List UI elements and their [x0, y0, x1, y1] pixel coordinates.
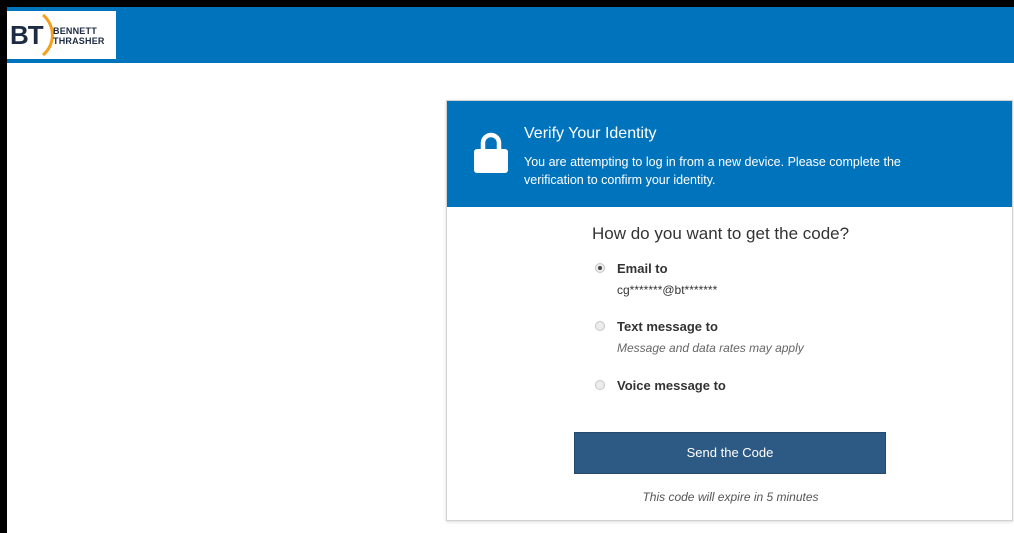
text-message-radio[interactable]	[595, 321, 605, 331]
verify-description: You are attempting to log in from a new …	[524, 155, 901, 187]
email-option-label: Email to	[617, 261, 668, 276]
company-logo[interactable]: BT BENNETT THRASHER	[7, 11, 116, 59]
logo-name-line2: THRASHER	[53, 36, 105, 46]
expiry-note: This code will expire in 5 minutes	[642, 490, 819, 504]
voice-message-option-label: Voice message to	[617, 378, 726, 393]
text-message-option-label: Text message to	[617, 319, 718, 334]
logo-name-line1: BENNETT	[53, 26, 97, 36]
top-navigation-bar	[7, 7, 1014, 63]
verify-header: Verify Your Identity You are attempting …	[447, 101, 1012, 207]
window-left-border	[0, 0, 7, 533]
email-radio[interactable]	[595, 263, 605, 273]
verify-title: Verify Your Identity	[524, 125, 657, 142]
rates-note: Message and data rates may apply	[617, 341, 804, 355]
verify-identity-card: Verify Your Identity You are attempting …	[446, 100, 1013, 521]
masked-email: cg*******@bt*******	[617, 283, 718, 297]
window-top-border	[0, 0, 1014, 7]
delivery-question: How do you want to get the code?	[592, 224, 850, 243]
send-code-button[interactable]: Send the Code	[574, 432, 886, 474]
lock-icon	[474, 132, 508, 173]
voice-message-radio[interactable]	[595, 380, 605, 390]
logo-mark: BT	[10, 20, 44, 50]
